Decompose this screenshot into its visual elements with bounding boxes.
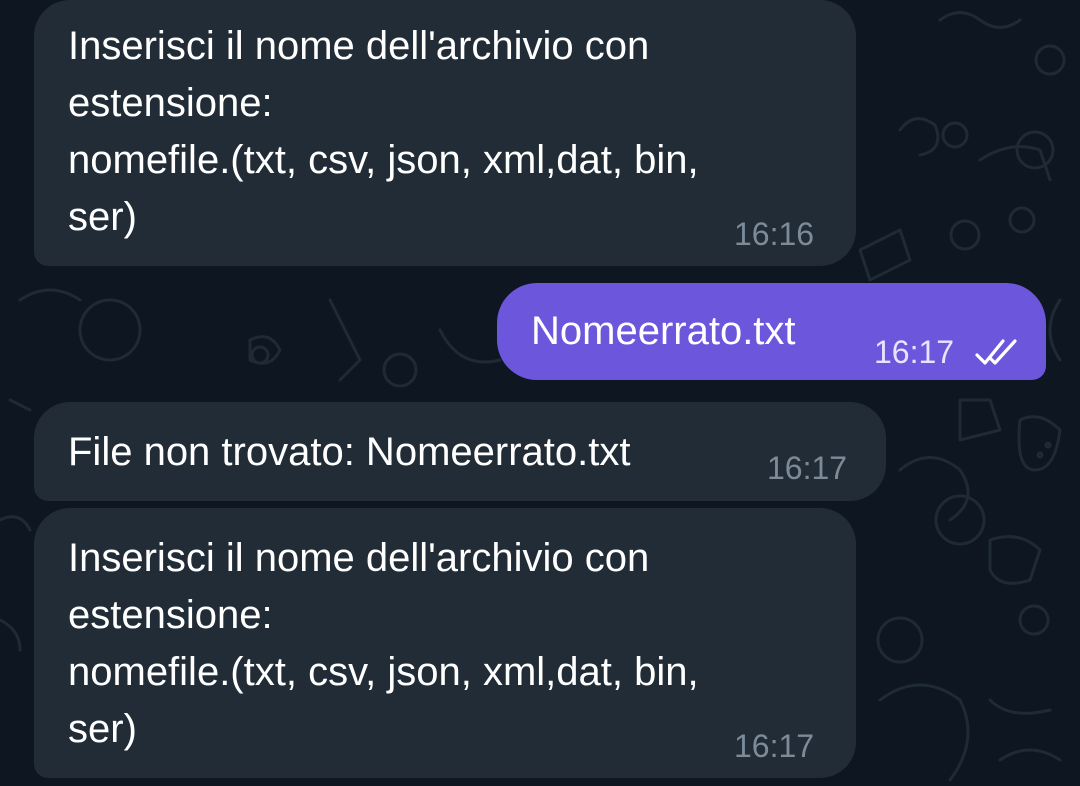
chat-message-list[interactable]: Inserisci il nome dell'archivio con este… [0,0,1080,786]
incoming-message[interactable]: Inserisci il nome dell'archivio con este… [34,0,856,266]
message-time: 16:16 [734,216,815,252]
outgoing-message[interactable]: Nomeerrato.txt 16:17 [497,283,1046,380]
incoming-message[interactable]: Inserisci il nome dell'archivio con este… [34,508,856,778]
message-time: 16:17 [874,334,955,370]
message-text: File non trovato: Nomeerrato.txt [68,430,631,474]
incoming-message[interactable]: File non trovato: Nomeerrato.txt 16:17 [34,402,886,501]
message-time: 16:17 [767,450,848,486]
message-text: Nomeerrato.txt [531,309,796,353]
message-text: Inserisci il nome dell'archivio con este… [68,24,699,239]
message-time: 16:17 [734,728,815,764]
double-check-icon [975,339,1017,365]
message-text: Inserisci il nome dell'archivio con este… [68,536,699,751]
